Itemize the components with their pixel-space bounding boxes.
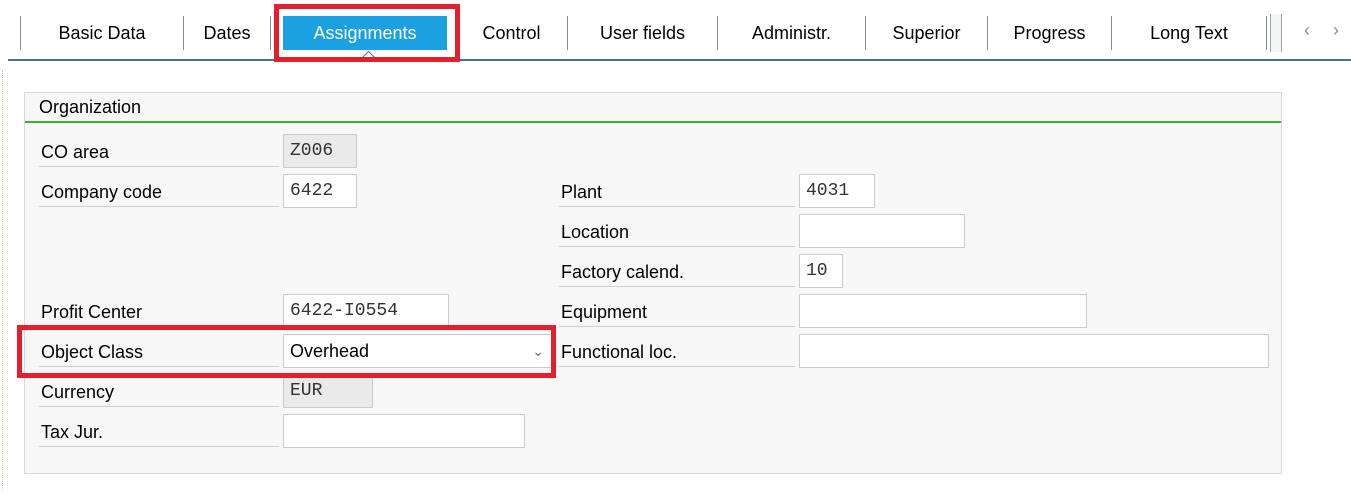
tab-assignments[interactable]: Assignments [283,16,447,50]
tab-dates[interactable]: Dates [184,16,271,50]
tab-long-text[interactable]: Long Text [1112,16,1267,50]
page-edge-dots [2,70,3,490]
active-tab-pointer-icon [360,50,377,67]
location-field[interactable] [799,214,965,248]
location-label: Location [559,217,795,247]
co-area-field: Z006 [283,134,357,168]
co-area-label: CO area [39,137,279,167]
company-code-field[interactable]: 6422 [283,174,357,208]
functional-loc-field[interactable] [799,334,1269,368]
object-class-value: Overhead [290,341,370,361]
factory-calendar-label: Factory calend. [559,257,795,287]
object-class-dropdown[interactable]: Overhead ⌄ [283,334,553,368]
group-title-underline [25,121,1281,123]
tax-jur-label: Tax Jur. [39,417,279,447]
tab-control[interactable]: Control [455,16,568,50]
currency-field: EUR [283,374,373,408]
group-title: Organization [39,97,142,117]
equipment-field[interactable] [799,294,1087,328]
organization-group: Organization CO area Company code Profit… [24,92,1282,474]
chevron-down-icon: ⌄ [532,343,544,359]
profit-center-field[interactable]: 6422-I0554 [283,294,449,328]
tab-user-fields[interactable]: User fields [568,16,718,50]
equipment-label: Equipment [559,297,795,327]
tab-bar-underline [8,59,1351,61]
scroll-right-icon[interactable]: › [1333,20,1339,41]
tab-superior[interactable]: Superior [866,16,988,50]
tab-progress[interactable]: Progress [988,16,1112,50]
tax-jur-field[interactable] [283,414,525,448]
plant-field[interactable]: 4031 [799,174,875,208]
functional-loc-label: Functional loc. [559,337,795,367]
scroll-left-icon[interactable]: ‹ [1304,20,1310,41]
tab-overflow-indicator [1270,14,1282,52]
object-class-label: Object Class [39,337,279,367]
profit-center-label: Profit Center [39,297,279,327]
company-code-label: Company code [39,177,279,207]
currency-label: Currency [39,377,279,407]
tab-bar: Basic Data Dates Assignments Control Use… [0,0,1351,67]
tab-basic-data[interactable]: Basic Data [20,16,184,50]
factory-calendar-field[interactable]: 10 [799,254,843,288]
tab-administr[interactable]: Administr. [718,16,866,50]
plant-label: Plant [559,177,795,207]
